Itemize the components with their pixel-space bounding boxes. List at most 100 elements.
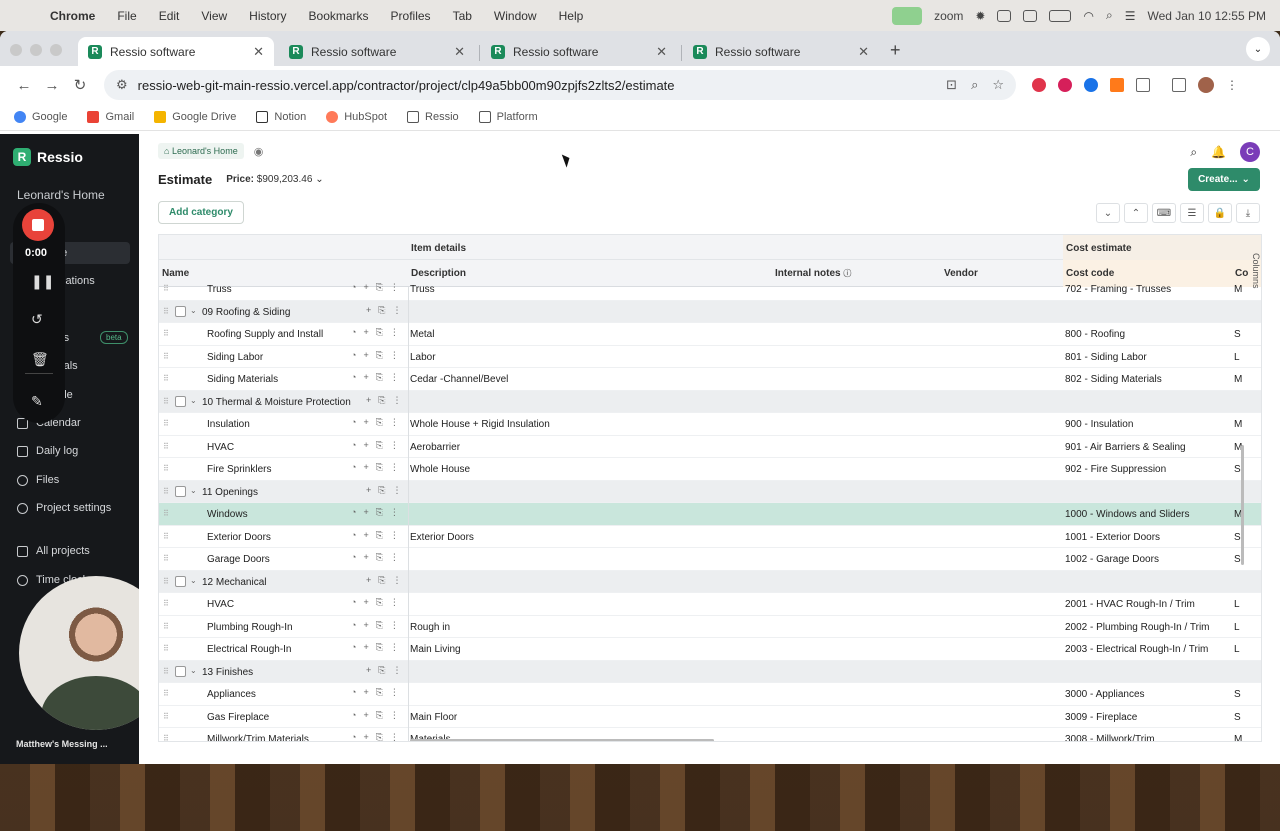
drag-handle-icon[interactable]: ⠿ (163, 329, 169, 338)
more-icon[interactable]: ⋮ (392, 575, 401, 586)
add-icon[interactable]: + (363, 620, 368, 631)
row-checkbox[interactable] (175, 305, 186, 317)
item-name[interactable]: Siding Materials (207, 374, 278, 385)
more-icon[interactable]: ⋮ (392, 305, 401, 316)
close-window-button[interactable] (10, 44, 22, 56)
control-center-icon[interactable]: ☰ (1125, 9, 1136, 23)
extension-red-icon[interactable] (1032, 78, 1046, 92)
item-truncated-cell[interactable]: S (1234, 532, 1241, 543)
category-row[interactable]: ⠿ ⌄ 12 Mechanical + ⎘ ⋮ (159, 570, 1261, 593)
attachment-icon[interactable]: ⎘ (376, 372, 383, 383)
drag-handle-icon[interactable]: ⠿ (163, 397, 169, 406)
item-name[interactable]: HVAC (207, 442, 234, 453)
bookmark-google-drive[interactable]: Google Drive (154, 111, 236, 123)
more-icon[interactable]: ⋮ (390, 372, 399, 383)
bookmark-gmail[interactable]: Gmail (87, 111, 134, 123)
brightness-icon[interactable]: ✹ (975, 9, 985, 23)
table-row[interactable]: ⠿ HVAC ◔ + ⎘ ⋮ 2001 - HVAC Rough-In / Trim L (159, 593, 1261, 616)
menu-app-name[interactable]: Chrome (50, 9, 95, 23)
row-checkbox[interactable] (175, 395, 186, 407)
reload-icon[interactable]: ↻ (66, 76, 94, 94)
drag-handle-icon[interactable]: ⠿ (163, 734, 169, 741)
drag-handle-icon[interactable]: ⠿ (163, 284, 169, 293)
item-description[interactable]: Cedar -Channel/Bevel (410, 374, 508, 385)
attachment-icon[interactable]: ⎘ (376, 530, 383, 541)
url-text[interactable]: ressio-web-git-main-ressio.vercel.app/co… (138, 78, 675, 93)
item-description[interactable]: Aerobarrier (410, 442, 460, 453)
attachment-icon[interactable]: ⎘ (376, 597, 383, 608)
table-row[interactable]: ⠿ Garage Doors ◔ + ⎘ ⋮ 1002 - Garage Doors S (159, 548, 1261, 571)
drag-handle-icon[interactable]: ⠿ (163, 554, 169, 563)
more-icon[interactable]: ⋮ (392, 485, 401, 496)
sidebar-item-all-projects[interactable]: All projects (17, 545, 90, 557)
row-checkbox[interactable] (175, 575, 186, 587)
extensions-puzzle-icon[interactable] (1136, 78, 1150, 92)
close-tab-icon[interactable]: ✕ (656, 44, 667, 60)
attachment-icon[interactable]: ⎘ (376, 507, 383, 518)
attachment-icon[interactable]: ⎘ (376, 620, 383, 631)
zoom-label[interactable]: zoom (934, 9, 963, 23)
more-icon[interactable]: ⋮ (390, 350, 399, 361)
drag-handle-icon[interactable]: ⠿ (163, 689, 169, 698)
add-icon[interactable]: + (363, 642, 368, 653)
download-icon[interactable]: ⤓ (1236, 203, 1260, 223)
workspace-switcher[interactable]: Matthew's Messing ... (16, 739, 108, 749)
status-check-icon[interactable]: ◔ (351, 620, 356, 631)
table-row[interactable]: ⠿ Windows ◔ + ⎘ ⋮ 1000 - Windows and Sliders M (159, 503, 1261, 526)
more-icon[interactable]: ⋮ (392, 395, 401, 406)
item-cost-code[interactable]: 702 - Framing - Trusses (1065, 284, 1171, 295)
install-app-icon[interactable]: ⊡ (946, 77, 957, 93)
status-check-icon[interactable]: ◔ (351, 507, 356, 518)
item-description[interactable]: Labor (410, 352, 436, 363)
add-icon[interactable]: + (363, 462, 368, 473)
item-cost-code[interactable]: 900 - Insulation (1065, 419, 1133, 430)
item-description[interactable]: Truss (410, 284, 435, 295)
drag-handle-icon[interactable]: ⠿ (163, 374, 169, 383)
item-cost-code[interactable]: 801 - Siding Labor (1065, 352, 1147, 363)
table-row[interactable]: ⠿ Siding Labor ◔ + ⎘ ⋮ Labor 801 - Siding Labor… (159, 346, 1261, 368)
add-icon[interactable]: + (363, 530, 368, 541)
draw-pen-icon[interactable]: ✎ (31, 393, 43, 410)
add-icon[interactable]: + (363, 597, 368, 608)
restart-icon[interactable]: ↺ (31, 311, 43, 328)
project-name[interactable]: Leonard's Home (17, 188, 105, 202)
item-name[interactable]: Gas Fireplace (207, 712, 269, 723)
stop-recording-button[interactable] (22, 209, 54, 241)
category-name[interactable]: 12 Mechanical (202, 577, 266, 588)
brand[interactable]: R Ressio (0, 134, 139, 180)
horizontal-scrollbar[interactable] (410, 739, 714, 741)
item-cost-code[interactable]: 2003 - Electrical Rough-In / Trim (1065, 644, 1208, 655)
menubar-datetime[interactable]: Wed Jan 10 12:55 PM (1147, 9, 1266, 23)
category-row[interactable]: ⠿ ⌄ 09 Roofing & Siding + ⎘ ⋮ (159, 300, 1261, 323)
item-name[interactable]: Roofing Supply and Install (207, 329, 323, 340)
attachment-icon[interactable]: ⎘ (376, 687, 383, 698)
item-description[interactable]: Exterior Doors (410, 532, 474, 543)
item-cost-code[interactable]: 3000 - Appliances (1065, 689, 1145, 700)
sidebar-item-files[interactable]: Files (17, 474, 59, 486)
drag-handle-icon[interactable]: ⠿ (163, 667, 169, 676)
spotlight-icon[interactable]: ⌕ (1106, 8, 1113, 23)
expand-all-icon[interactable]: ⌃ (1124, 203, 1148, 223)
category-name[interactable]: 11 Openings (202, 487, 258, 498)
filter-sliders-icon[interactable]: ☰ (1180, 203, 1204, 223)
item-name[interactable]: Exterior Doors (207, 532, 271, 543)
table-row[interactable]: ⠿ Siding Materials ◔ + ⎘ ⋮ Cedar -Channel/Beve… (159, 368, 1261, 391)
more-icon[interactable]: ⋮ (390, 417, 399, 428)
more-icon[interactable]: ⋮ (390, 282, 399, 293)
row-checkbox[interactable] (175, 665, 186, 677)
item-description[interactable]: Main Floor (410, 712, 457, 723)
attachment-icon[interactable]: ⎘ (376, 552, 383, 563)
table-row[interactable]: ⠿ Insulation ◔ + ⎘ ⋮ Whole House + Rigid Insul… (159, 413, 1261, 436)
item-name[interactable]: Millwork/Trim Materials (207, 734, 309, 741)
table-row[interactable]: ⠿ Appliances ◔ + ⎘ ⋮ 3000 - Appliances S (159, 683, 1261, 706)
more-icon[interactable]: ⋮ (390, 552, 399, 563)
sidebar-item-project-settings[interactable]: Project settings (17, 502, 111, 514)
status-check-icon[interactable]: ◔ (351, 350, 356, 361)
attachment-icon[interactable]: ⎘ (378, 485, 385, 496)
bookmark-hubspot[interactable]: HubSpot (326, 111, 387, 123)
status-check-icon[interactable]: ◔ (351, 552, 356, 563)
category-name[interactable]: 13 Finishes (202, 667, 253, 678)
status-check-icon[interactable]: ◔ (351, 597, 356, 608)
vertical-scrollbar[interactable] (1241, 445, 1244, 565)
site-info-icon[interactable]: ⚙ (116, 77, 128, 93)
